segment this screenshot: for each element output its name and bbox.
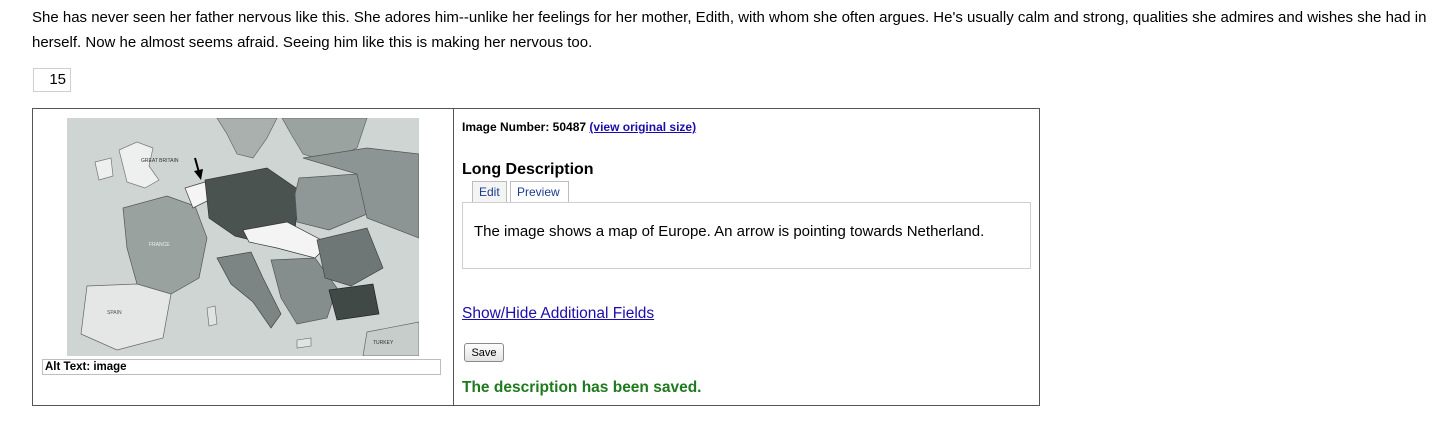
page-number-box: 15	[33, 68, 71, 92]
long-description-title: Long Description	[462, 161, 594, 178]
story-paragraph: She has never seen her father nervous li…	[32, 9, 1427, 51]
view-original-size-link[interactable]: (view original size)	[589, 120, 696, 134]
map-label-britain: GREAT BRITAIN	[141, 158, 179, 164]
tab-preview[interactable]: Preview	[510, 181, 569, 203]
image-number: Image Number: 50487 (view original size)	[462, 120, 696, 134]
save-status-message: The description has been saved.	[462, 379, 702, 396]
image-description-panel: GREAT BRITAIN FRANCE SPAIN TURKEY Alt Te…	[32, 108, 1040, 406]
alt-text-field: Alt Text: image	[42, 359, 441, 375]
show-hide-additional-fields-link[interactable]: Show/Hide Additional Fields	[462, 305, 654, 323]
map-label-spain: SPAIN	[107, 310, 122, 316]
description-preview: The image shows a map of Europe. An arro…	[462, 202, 1031, 269]
image-column: GREAT BRITAIN FRANCE SPAIN TURKEY Alt Te…	[33, 109, 454, 405]
save-button[interactable]: Save	[464, 343, 504, 362]
map-label-turkey: TURKEY	[373, 340, 394, 346]
tab-edit[interactable]: Edit	[472, 181, 507, 202]
image-number-label: Image Number: 50487	[462, 120, 587, 134]
map-label-france: FRANCE	[149, 242, 170, 248]
europe-map-image: GREAT BRITAIN FRANCE SPAIN TURKEY	[67, 118, 419, 356]
description-column: Image Number: 50487 (view original size)…	[454, 109, 1040, 405]
